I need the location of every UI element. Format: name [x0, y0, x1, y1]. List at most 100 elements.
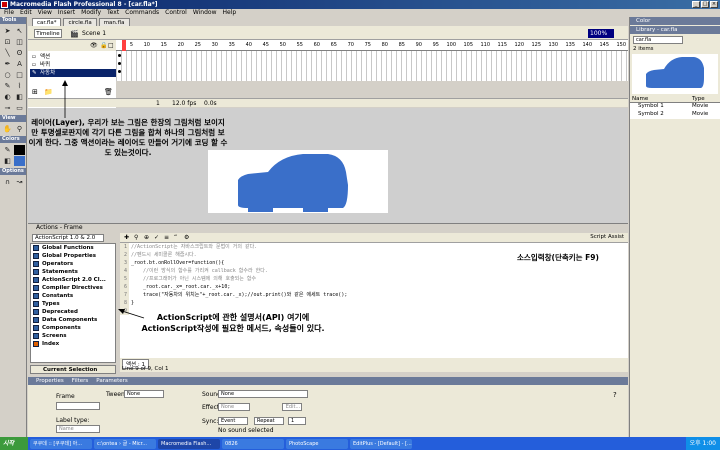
menu-commands[interactable]: Commands — [125, 9, 159, 17]
maximize-button[interactable]: □ — [701, 1, 709, 8]
library-item[interactable]: Symbol 2 Movie — [630, 111, 720, 119]
menu-text[interactable]: Text — [107, 9, 119, 17]
menu-insert[interactable]: Insert — [58, 9, 75, 17]
fill-transform-icon[interactable]: ◫ — [14, 37, 25, 47]
tab-car-fla[interactable]: car.fla* — [32, 18, 62, 26]
col-type[interactable]: Type — [692, 96, 705, 102]
brush-tool-icon[interactable]: ⌇ — [14, 81, 25, 91]
hand-tool-icon[interactable]: ✋ — [2, 124, 13, 134]
keyframe[interactable] — [118, 54, 121, 57]
arrow-tool-icon[interactable]: ➤ — [2, 26, 13, 36]
layer-row-selected[interactable]: ✎ 자동차 — [30, 69, 116, 77]
category-item[interactable]: Constants — [31, 292, 115, 300]
smooth-option-icon[interactable]: ↝ — [14, 177, 25, 187]
stroke-color-icon[interactable]: ✎ — [2, 145, 13, 155]
menu-modify[interactable]: Modify — [81, 9, 101, 17]
eraser-tool-icon[interactable]: ▭ — [14, 103, 25, 113]
subselect-tool-icon[interactable]: ↖ — [14, 26, 25, 36]
label-type-select[interactable]: Name — [56, 425, 100, 433]
tab-properties[interactable]: Properties — [36, 377, 64, 385]
layer-row[interactable]: ▫ 액션 — [30, 53, 116, 61]
category-item[interactable]: Statements — [31, 268, 115, 276]
zoom-tool-icon[interactable]: ⚲ — [14, 124, 25, 134]
menu-control[interactable]: Control — [165, 9, 187, 17]
category-item[interactable]: Global Properties — [31, 252, 115, 260]
script-assist-button[interactable]: Script Assist — [590, 234, 624, 240]
frame-grid[interactable] — [116, 51, 628, 81]
taskbar-item[interactable]: 쿠쿠데 :: [쿠쿠데] 아... — [30, 438, 92, 449]
col-name[interactable]: Name — [630, 96, 692, 102]
category-item[interactable]: Types — [31, 300, 115, 308]
rectangle-tool-icon[interactable]: □ — [14, 70, 25, 80]
layer-row[interactable]: ▫ 바퀴 — [30, 61, 116, 69]
start-button[interactable]: 시작 — [0, 437, 28, 450]
pen-tool-icon[interactable]: ✒ — [2, 59, 13, 69]
lock-icon[interactable]: 🔒 — [100, 42, 107, 49]
paint-bucket-icon[interactable]: ◧ — [14, 92, 25, 102]
stage-canvas[interactable] — [208, 150, 388, 213]
car-shape[interactable] — [208, 150, 388, 213]
help-icon[interactable]: ? — [613, 391, 617, 399]
menu-window[interactable]: Window — [193, 9, 217, 17]
close-button[interactable]: × — [710, 1, 718, 8]
menu-help[interactable]: Help — [223, 9, 237, 17]
eye-icon[interactable]: 👁 — [90, 42, 98, 49]
frame-name-input[interactable] — [56, 402, 100, 410]
edit-button[interactable]: Edit... — [282, 403, 302, 411]
minimize-button[interactable]: _ — [692, 1, 700, 8]
sound-select[interactable]: None — [218, 390, 308, 398]
timeline-button[interactable]: Timeline — [34, 29, 62, 38]
oval-tool-icon[interactable]: ○ — [2, 70, 13, 80]
actionscript-version-select[interactable]: ActionScript 1.0 & 2.0 — [32, 234, 104, 242]
category-item[interactable]: Data Components — [31, 316, 115, 324]
sync-select[interactable]: Event — [218, 417, 248, 425]
fill-color-icon[interactable]: ◧ — [2, 156, 13, 166]
insert-layer-icon[interactable]: ⊞ — [32, 88, 38, 96]
eyedropper-icon[interactable]: ⊸ — [2, 103, 13, 113]
show-hint-icon[interactable]: “ — [174, 234, 177, 241]
repeat-select[interactable]: Repeat — [254, 417, 284, 425]
stroke-swatch[interactable] — [14, 145, 25, 155]
actions-panel-header[interactable]: Actions - Frame — [28, 223, 628, 231]
free-transform-icon[interactable]: ⊡ — [2, 37, 13, 47]
menu-view[interactable]: View — [38, 9, 52, 17]
lasso-tool-icon[interactable]: ʘ — [14, 48, 25, 58]
taskbar-item[interactable]: 0826 — [222, 438, 284, 449]
check-syntax-icon[interactable]: ✓ — [154, 234, 159, 241]
keyframe[interactable] — [118, 70, 121, 73]
menu-file[interactable]: File — [4, 9, 14, 17]
pencil-tool-icon[interactable]: ✎ — [2, 81, 13, 91]
line-tool-icon[interactable]: ╲ — [2, 48, 13, 58]
category-item[interactable]: Compiler Directives — [31, 284, 115, 292]
tab-parameters[interactable]: Parameters — [96, 377, 127, 385]
ink-bottle-icon[interactable]: ◐ — [2, 92, 13, 102]
add-item-icon[interactable]: ✚ — [124, 234, 129, 241]
effect-select[interactable]: None — [218, 403, 250, 411]
outline-icon[interactable]: □ — [108, 42, 114, 49]
text-tool-icon[interactable]: A — [14, 59, 25, 69]
taskbar-item[interactable]: c:\ontea › 글 - Micr... — [94, 438, 156, 449]
delete-layer-icon[interactable]: 🗑 — [104, 88, 113, 96]
keyframe[interactable] — [118, 62, 121, 65]
snap-magnet-icon[interactable]: ∩ — [2, 177, 13, 187]
taskbar-item[interactable]: EditPlus - [Default] - [...] — [350, 438, 412, 449]
tab-filters[interactable]: Filters — [72, 377, 89, 385]
fill-swatch[interactable] — [14, 156, 25, 166]
menu-edit[interactable]: Edit — [20, 9, 32, 17]
category-item[interactable]: Components — [31, 324, 115, 332]
taskbar-item[interactable]: PhotoScape — [286, 438, 348, 449]
category-item[interactable]: Deprecated — [31, 308, 115, 316]
color-panel-header[interactable]: Color — [630, 17, 720, 25]
tab-circle-fla[interactable]: circle.fla — [63, 18, 97, 26]
find-icon[interactable]: ⚲ — [134, 234, 138, 241]
category-item[interactable]: Index — [31, 340, 115, 348]
repeat-count-input[interactable]: 1 — [288, 417, 306, 425]
tween-select[interactable]: None — [124, 390, 164, 398]
library-select[interactable]: car.fla — [633, 36, 683, 44]
insert-folder-icon[interactable]: 📁 — [44, 88, 53, 96]
debug-options-icon[interactable]: ⚙ — [184, 234, 189, 241]
library-item[interactable]: Symbol 1 Movie — [630, 103, 720, 111]
scene-label[interactable]: Scene 1 — [82, 30, 106, 37]
category-item[interactable]: Global Functions — [31, 244, 115, 252]
auto-format-icon[interactable]: ≡ — [164, 234, 169, 241]
